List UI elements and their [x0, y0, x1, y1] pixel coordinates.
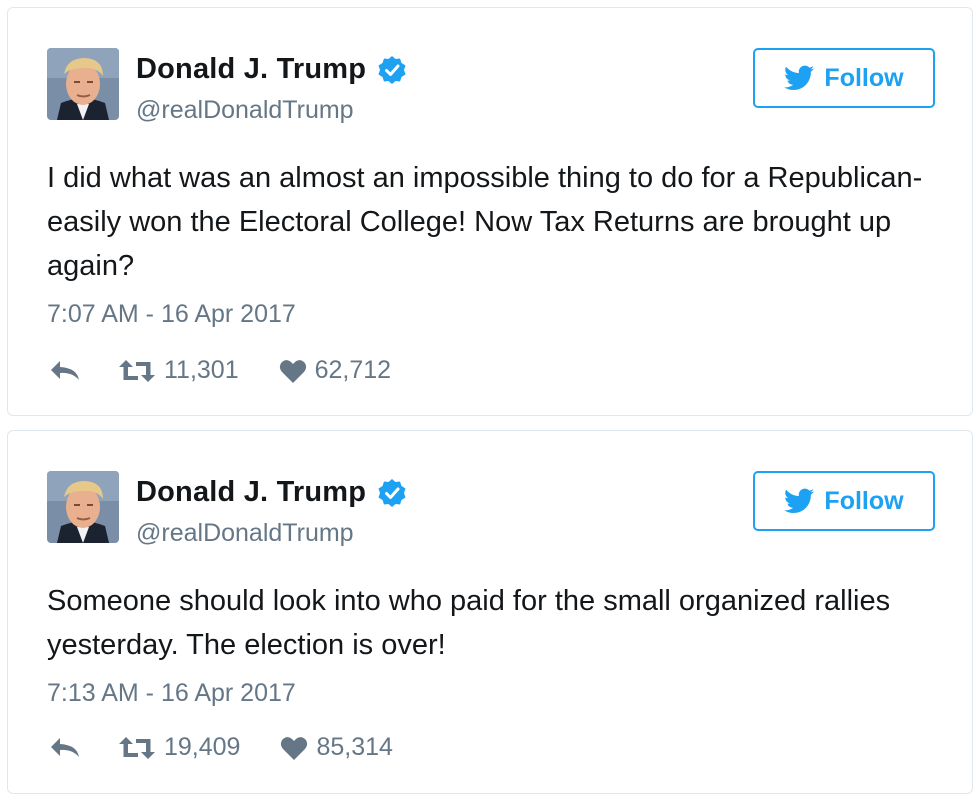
heart-icon	[281, 736, 308, 760]
twitter-bird-icon	[784, 65, 815, 90]
twitter-bird-icon	[784, 488, 815, 513]
like-button[interactable]: 85,314	[240, 733, 393, 762]
follow-button[interactable]: Follow	[753, 48, 935, 108]
verified-badge-icon	[377, 478, 407, 508]
tweet-text: Someone should look into who paid for th…	[47, 585, 891, 661]
heart-icon	[279, 359, 306, 383]
retweet-count: 19,409	[164, 733, 241, 761]
handle[interactable]: @realDonaldTrump	[136, 96, 354, 125]
name-row: Donald J. Trump	[136, 53, 407, 86]
like-count: 62,712	[314, 356, 392, 384]
tweet-text: I did what was an almost an impossible t…	[47, 162, 923, 282]
avatar[interactable]	[47, 471, 119, 543]
reply-button[interactable]	[48, 735, 82, 761]
tweet-card: Donald J. Trump @realDonaldTrump Follow …	[7, 430, 973, 794]
like-count: 85,314	[316, 733, 393, 761]
follow-button[interactable]: Follow	[753, 471, 935, 531]
reply-icon	[51, 360, 79, 380]
follow-label: Follow	[824, 63, 904, 92]
display-name[interactable]: Donald J. Trump	[136, 476, 366, 509]
tweet-actions: 19,409 85,314	[48, 733, 393, 762]
follow-label: Follow	[824, 486, 904, 515]
tweet-card: Donald J. Trump @realDonaldTrump Follow …	[7, 7, 973, 416]
timestamp[interactable]: 7:07 AM - 16 Apr 2017	[47, 300, 296, 329]
reply-button[interactable]	[48, 358, 82, 384]
verified-badge-icon	[377, 55, 407, 85]
tweet-actions: 11,301 62,712	[48, 356, 391, 385]
retweet-icon	[119, 736, 155, 759]
like-button[interactable]: 62,712	[239, 356, 391, 385]
retweet-count: 11,301	[164, 356, 239, 384]
retweet-button[interactable]: 19,409	[82, 733, 240, 762]
reply-icon	[51, 737, 79, 757]
handle[interactable]: @realDonaldTrump	[136, 519, 354, 548]
name-row: Donald J. Trump	[136, 476, 407, 509]
retweet-button[interactable]: 11,301	[82, 356, 239, 385]
avatar[interactable]	[47, 48, 119, 120]
display-name[interactable]: Donald J. Trump	[136, 53, 366, 86]
timestamp[interactable]: 7:13 AM - 16 Apr 2017	[47, 679, 296, 708]
retweet-icon	[119, 359, 155, 382]
